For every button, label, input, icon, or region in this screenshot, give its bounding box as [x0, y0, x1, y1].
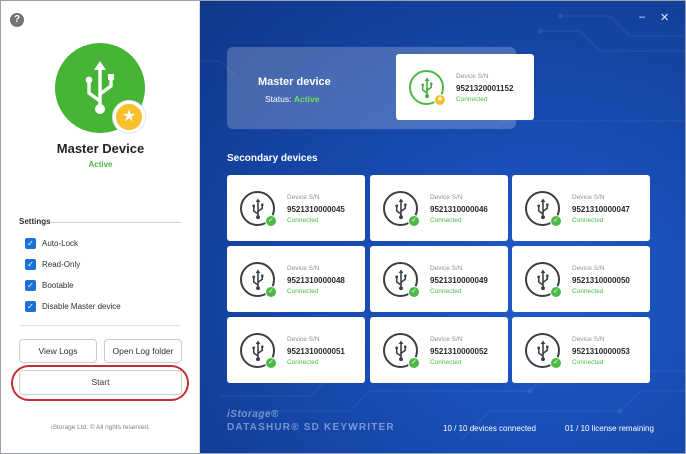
device-status: Connected [287, 217, 319, 224]
secondary-device-card[interactable]: ✓ Device S/N 9521310000047 Connected [512, 175, 650, 241]
check-icon: ✓ [408, 286, 420, 298]
device-title: Master Device [56, 141, 145, 156]
secondary-device-card[interactable]: ✓ Device S/N 9521310000048 Connected [227, 246, 365, 312]
setting-label: Auto-Lock [42, 238, 79, 248]
copyright-text: iStorage Ltd. © All rights reserved. [51, 424, 150, 431]
brand-istorage: iStorage® [227, 409, 279, 420]
master-device-card[interactable]: ★ Device S/N 9521320001152 Connected [396, 54, 534, 120]
settings-divider [51, 222, 181, 223]
check-icon: ✓ [265, 215, 277, 227]
usb-icon [252, 340, 264, 362]
secondary-devices-heading: Secondary devices [227, 153, 318, 164]
device-status: Connected [456, 96, 488, 103]
device-serial: 9521310000051 [287, 347, 345, 356]
check-icon: ✓ [550, 286, 562, 298]
device-sn-label: Device S/N [287, 336, 320, 343]
device-status: Connected [287, 288, 319, 295]
usb-icon [252, 198, 264, 220]
device-status: Connected [430, 288, 462, 295]
secondary-device-card[interactable]: ✓ Device S/N 9521310000050 Connected [512, 246, 650, 312]
devices-panel: – ✕ Master device Status: Active ★ Devic… [200, 1, 685, 453]
usb-icon [537, 198, 549, 220]
setting-label: Bootable [42, 280, 74, 290]
check-icon: ✓ [550, 357, 562, 369]
device-status: Connected [430, 359, 462, 366]
star-icon: ★ [434, 94, 446, 106]
setting-auto-lock[interactable]: ✓ Auto-Lock [25, 237, 78, 249]
secondary-device-card[interactable]: ✓ Device S/N 9521310000051 Connected [227, 317, 365, 383]
check-icon: ✓ [550, 215, 562, 227]
usb-icon [252, 269, 264, 291]
app-window: ? ★ Master Device Active Settings ✓ Auto… [0, 0, 686, 454]
secondary-device-card[interactable]: ✓ Device S/N 9521310000052 Connected [370, 317, 508, 383]
device-serial: 9521310000047 [572, 205, 630, 214]
setting-read-only[interactable]: ✓ Read-Only [25, 258, 80, 270]
usb-icon [421, 77, 433, 99]
setting-disable-master[interactable]: ✓ Disable Master device [25, 300, 121, 312]
check-icon: ✓ [408, 215, 420, 227]
view-logs-button[interactable]: View Logs [19, 339, 97, 363]
open-log-folder-button[interactable]: Open Log folder [104, 339, 182, 363]
brand-product: DATASHUR® SD KEYWRITER [227, 422, 395, 433]
usb-icon [537, 340, 549, 362]
device-serial: 9521310000046 [430, 205, 488, 214]
device-status: Connected [572, 288, 604, 295]
device-status: Connected [287, 359, 319, 366]
device-sn-label: Device S/N [572, 336, 605, 343]
usb-icon [395, 340, 407, 362]
master-panel-title: Master device [258, 76, 331, 88]
setting-label: Read-Only [42, 259, 81, 269]
device-status: Active [88, 160, 113, 169]
secondary-device-card[interactable]: ✓ Device S/N 9521310000053 Connected [512, 317, 650, 383]
usb-icon [537, 269, 549, 291]
device-sn-label: Device S/N [430, 194, 463, 201]
device-sn-label: Device S/N [287, 265, 320, 272]
license-remaining-count: 01 / 10 license remaining [565, 424, 654, 433]
settings-heading: Settings [19, 217, 51, 226]
device-sn-label: Device S/N [287, 194, 320, 201]
device-sn-label: Device S/N [572, 194, 605, 201]
device-status: Connected [572, 359, 604, 366]
left-panel: ? ★ Master Device Active Settings ✓ Auto… [1, 1, 200, 453]
secondary-device-card[interactable]: ✓ Device S/N 9521310000049 Connected [370, 246, 508, 312]
star-icon: ★ [113, 101, 145, 133]
status-prefix: Status: [265, 94, 294, 104]
check-icon: ✓ [265, 357, 277, 369]
checkbox-checked-icon[interactable]: ✓ [25, 258, 36, 270]
device-sn-label: Device S/N [456, 73, 489, 80]
device-status: Connected [572, 217, 604, 224]
device-serial: 9521310000048 [287, 276, 345, 285]
check-icon: ✓ [408, 357, 420, 369]
device-serial: 9521310000045 [287, 205, 345, 214]
checkbox-checked-icon[interactable]: ✓ [25, 300, 36, 312]
help-icon[interactable]: ? [10, 13, 24, 27]
setting-bootable[interactable]: ✓ Bootable [25, 279, 74, 291]
device-serial: 9521310000050 [572, 276, 630, 285]
device-serial: 9521310000049 [430, 276, 488, 285]
close-icon[interactable]: ✕ [660, 11, 669, 24]
master-device-panel: Master device Status: Active ★ Device S/… [227, 47, 534, 129]
device-sn-label: Device S/N [430, 336, 463, 343]
master-panel-status: Status: Active [265, 94, 319, 104]
device-status: Connected [430, 217, 462, 224]
status-value: Active [293, 94, 320, 104]
device-serial: 9521310000052 [430, 347, 488, 356]
setting-label: Disable Master device [42, 301, 121, 311]
devices-connected-count: 10 / 10 devices connected [443, 424, 536, 433]
start-button[interactable]: Start [19, 370, 182, 395]
check-icon: ✓ [265, 286, 277, 298]
usb-icon [395, 269, 407, 291]
buttons-divider [19, 325, 181, 326]
device-serial: 9521320001152 [456, 84, 514, 93]
device-serial: 9521310000053 [572, 347, 630, 356]
secondary-device-card[interactable]: ✓ Device S/N 9521310000046 Connected [370, 175, 508, 241]
minimize-icon[interactable]: – [639, 11, 645, 23]
checkbox-checked-icon[interactable]: ✓ [25, 279, 36, 291]
usb-icon [85, 61, 114, 114]
usb-icon [395, 198, 407, 220]
checkbox-checked-icon[interactable]: ✓ [25, 237, 36, 249]
device-sn-label: Device S/N [430, 265, 463, 272]
secondary-device-card[interactable]: ✓ Device S/N 9521310000045 Connected [227, 175, 365, 241]
device-sn-label: Device S/N [572, 265, 605, 272]
